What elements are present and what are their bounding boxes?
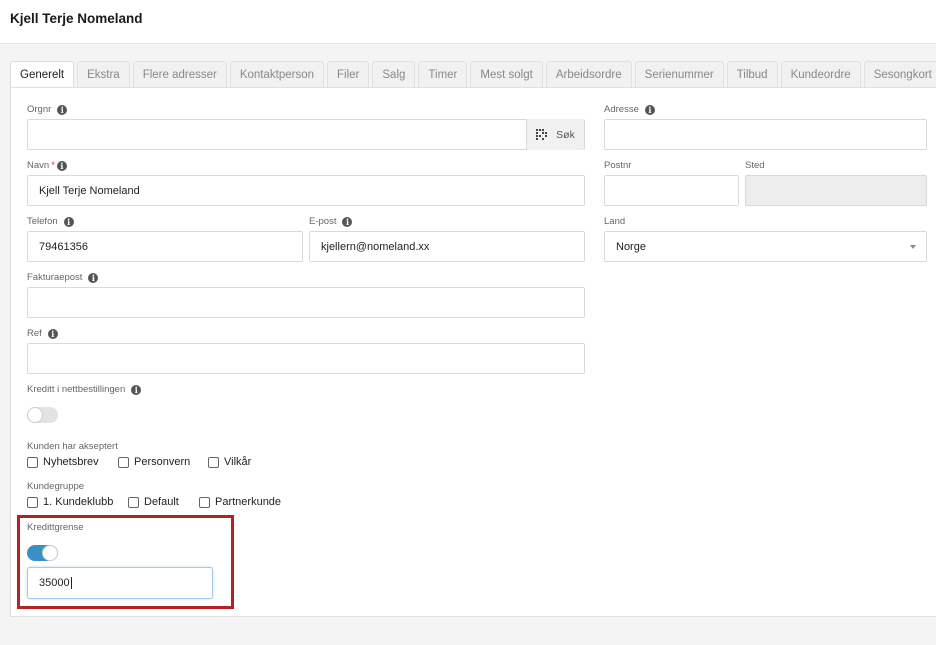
kredittgrense-label: Kredittgrense (27, 522, 84, 533)
orgnr-input[interactable] (27, 119, 585, 150)
search-button-label: Søk (556, 128, 575, 141)
land-select[interactable]: Norge (604, 231, 927, 262)
checkbox-label: 1. Kundeklubb (43, 496, 114, 508)
checkbox-personvern[interactable]: Personvern (118, 456, 190, 468)
checkbox-label: Nyhetsbrev (43, 456, 99, 468)
kredittgrense-toggle[interactable] (27, 545, 58, 561)
checkbox-box[interactable] (208, 456, 219, 468)
info-icon[interactable]: i (88, 272, 99, 283)
tab-bar: Generelt Ekstra Flere adresser Kontaktpe… (10, 61, 936, 88)
checkbox-label: Partnerkunde (215, 496, 282, 508)
info-icon[interactable]: i (131, 384, 142, 395)
navn-input[interactable]: Kjell Terje Nomeland (27, 175, 585, 206)
checkbox-label: Personvern (134, 456, 191, 468)
orgnr-search-button[interactable]: Søk (526, 119, 584, 150)
checkbox-partnerkunde[interactable]: Partnerkunde (199, 496, 281, 508)
info-icon[interactable]: i (644, 104, 655, 115)
info-icon[interactable]: i (63, 216, 74, 227)
page-header: Kjell Terje Nomeland (0, 0, 936, 44)
checkbox-vilkar[interactable]: Vilkår (208, 456, 251, 468)
checkbox-box[interactable] (128, 496, 139, 508)
checkbox-kundeklubb[interactable]: 1. Kundeklubb (27, 496, 113, 508)
tab-sesongkort[interactable]: Sesongkort (863, 61, 936, 87)
navn-label: Navn * i (27, 160, 67, 171)
land-label: Land (604, 216, 626, 227)
barcode-icon (536, 128, 548, 140)
toggle-knob (27, 407, 43, 423)
tab-serienummer[interactable]: Serienummer (634, 61, 724, 87)
info-icon[interactable]: i (57, 104, 68, 115)
orgnr-label-text: Orgnr (27, 104, 52, 115)
tab-generelt[interactable]: Generelt (10, 61, 75, 88)
adresse-input[interactable] (604, 119, 927, 150)
checkbox-box[interactable] (118, 456, 129, 468)
tab-timer[interactable]: Timer (418, 61, 468, 87)
ref-label: Ref i (27, 328, 58, 339)
checkbox-box[interactable] (27, 496, 38, 508)
epost-label: E-post i (309, 216, 353, 227)
kredittgrense-input[interactable]: 35000 (27, 567, 213, 599)
telefon-input[interactable]: 79461356 (27, 231, 303, 262)
info-icon[interactable]: i (47, 328, 58, 339)
ref-input[interactable] (27, 343, 585, 374)
tab-arbeidsordre[interactable]: Arbeidsordre (545, 61, 632, 87)
page-title: Kjell Terje Nomeland (10, 11, 143, 26)
checkbox-box[interactable] (27, 456, 38, 468)
info-icon[interactable]: i (56, 160, 67, 171)
tab-ekstra[interactable]: Ekstra (77, 61, 130, 87)
text-cursor (70, 577, 72, 589)
orgnr-label: Orgnr i (27, 104, 68, 115)
checkbox-nyhetsbrev[interactable]: Nyhetsbrev (27, 456, 99, 468)
postnr-label: Postnr (604, 160, 632, 171)
tab-salg[interactable]: Salg (372, 61, 416, 87)
epost-label-text: E-post (309, 216, 337, 227)
kreditt-nett-label-text: Kreditt i nettbestillingen (27, 384, 126, 395)
fakturaepost-label-text: Fakturaepost (27, 272, 83, 283)
kundegruppe-label: Kundegruppe (27, 481, 85, 492)
tab-mest-solgt[interactable]: Mest solgt (470, 61, 543, 87)
ref-label-text: Ref (27, 328, 42, 339)
kreditt-nett-label: Kreditt i nettbestillingen i (27, 384, 142, 395)
sted-label: Sted (745, 160, 765, 171)
toggle-knob (42, 545, 58, 561)
info-icon[interactable]: i (342, 216, 353, 227)
required-marker: * (51, 160, 55, 171)
checkbox-label: Vilkår (224, 456, 252, 468)
tab-kundeordre[interactable]: Kundeordre (780, 61, 861, 87)
fakturaepost-label: Fakturaepost i (27, 272, 99, 283)
kredittgrense-value: 35000 (39, 577, 70, 589)
tab-tilbud[interactable]: Tilbud (726, 61, 778, 87)
kreditt-nett-toggle[interactable] (27, 407, 58, 423)
adresse-label-text: Adresse (604, 104, 639, 115)
tab-flere-adresser[interactable]: Flere adresser (132, 61, 227, 87)
checkbox-default[interactable]: Default (128, 496, 179, 508)
akseptert-label: Kunden har akseptert (27, 441, 118, 452)
sted-input (745, 175, 927, 206)
land-selected-value: Norge (616, 240, 646, 253)
checkbox-box[interactable] (199, 496, 210, 508)
navn-label-text: Navn (27, 160, 50, 171)
epost-input[interactable]: kjellern@nomeland.xx (309, 231, 585, 262)
telefon-label-text: Telefon (27, 216, 58, 227)
tab-filer[interactable]: Filer (327, 61, 370, 87)
adresse-label: Adresse i (604, 104, 655, 115)
chevron-down-icon (910, 245, 916, 249)
postnr-input[interactable] (604, 175, 739, 206)
checkbox-label: Default (144, 496, 179, 508)
tab-kontaktperson[interactable]: Kontaktperson (229, 61, 325, 87)
fakturaepost-input[interactable] (27, 287, 585, 318)
telefon-label: Telefon i (27, 216, 74, 227)
